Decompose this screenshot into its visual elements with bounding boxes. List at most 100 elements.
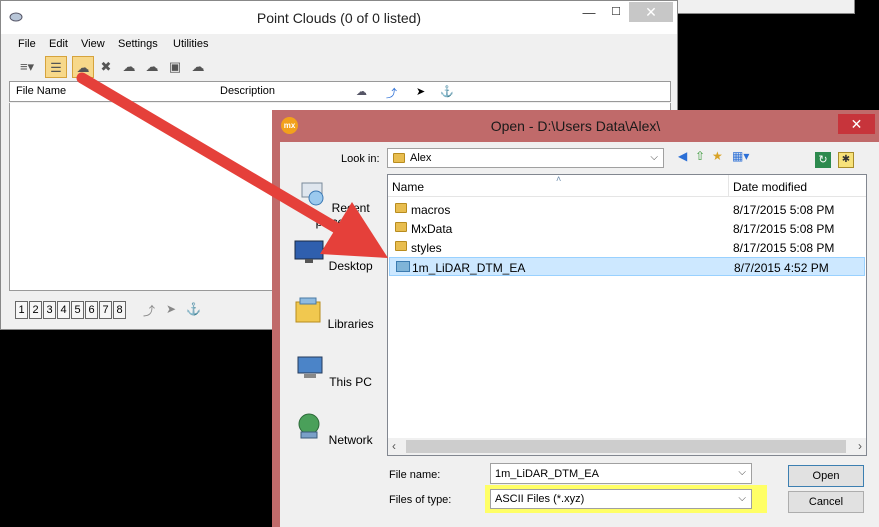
look-in-dropdown[interactable]: Alex ⌵ [387,148,664,168]
cancel-button[interactable]: Cancel [788,491,864,513]
folder-icon [395,241,407,251]
page-tabs: 1 2 3 4 5 6 7 8 [9,298,133,324]
maximize-button[interactable]: ☐ [603,5,629,23]
cursor-icon: ➤ [166,302,177,316]
page-tab[interactable]: 1 [15,301,28,319]
place-recent[interactable]: Recent places [284,180,382,229]
page-tab[interactable]: 7 [99,301,112,319]
cloud-search-icon[interactable]: ☁ [187,56,209,78]
cloud-export-icon[interactable]: ☁ [118,56,140,78]
file-date: 8/17/2015 5:08 PM [733,241,835,255]
file-name-input[interactable] [491,464,731,483]
cloud-column-icon: ☁ [356,86,367,98]
place-label: Libraries [327,317,374,331]
column-name[interactable]: Name [392,180,424,194]
place-label: Network [328,433,373,447]
file-date: 8/17/2015 5:08 PM [733,222,835,236]
dialog-client: Look in: Alex ⌵ ◀ ⇧ ★ ▦▾ ↻ ✱ Recent plac… [280,142,879,527]
cloud-settings-icon[interactable]: ☁ [141,56,163,78]
refresh-icon[interactable]: ↻ [815,152,831,168]
page-tab[interactable]: 8 [113,301,126,319]
file-name: MxData [411,222,453,236]
close-button[interactable]: ✕ [629,2,673,22]
folder-icon [393,153,405,163]
file-list-header: Name ˄ Date modified [388,174,866,197]
page-tab[interactable]: 6 [85,301,98,319]
files-of-type-value: ASCII Files (*.xyz) [495,493,585,505]
scroll-left-icon[interactable]: ‹ [392,439,396,453]
list-item[interactable]: styles 8/17/2015 5:08 PM [389,238,865,257]
up-folder-icon[interactable]: ⇧ [695,149,705,163]
menu-bar: File Edit View Settings Utilities [1,37,677,55]
file-name-label: File name: [389,469,441,481]
anchor-column-icon: ⚓ [440,86,454,98]
open-dialog: mx Open - D:\Users Data\Alex\ ✕ Look in:… [272,110,879,527]
file-name: 1m_LiDAR_DTM_EA [412,261,526,275]
point-cloud-file-icon [396,261,410,272]
link-icon: ⤴ [143,304,156,318]
file-name: macros [411,203,451,217]
list-view-icon[interactable]: ☰ [45,56,67,78]
list-item[interactable]: macros 8/17/2015 5:08 PM [389,200,865,219]
cloud-image-icon[interactable]: ▣ [164,56,186,78]
list-item[interactable]: MxData 8/17/2015 5:08 PM [389,219,865,238]
column-divider[interactable] [728,175,729,197]
link-column-icon: ⤴ [386,88,397,100]
list-header: File Name Description ☁ ⤴ ➤ ⚓ [9,81,671,102]
place-label: This PC [329,375,372,389]
file-date: 8/7/2015 4:52 PM [734,261,829,275]
page-tab[interactable]: 4 [57,301,70,319]
folder-icon [395,203,407,213]
files-of-type-dropdown[interactable]: ASCII Files (*.xyz) ⌵ [490,489,752,509]
new-folder-icon[interactable]: ★ [712,149,723,163]
nav-toolbar: ◀ ⇧ ★ ▦▾ [678,148,768,168]
column-file-name[interactable]: File Name [16,85,66,97]
anchor-icon: ⚓ [186,302,201,316]
new-item-icon[interactable]: ✱ [838,152,854,168]
place-desktop[interactable]: Desktop [284,238,382,273]
delete-cloud-icon[interactable]: ✖ [95,56,117,78]
file-name-field[interactable]: ⌵ [490,463,752,484]
background-window-edge [678,0,855,14]
toolbar: ≡▾ ☰ ☁ ✖ ☁ ☁ ▣ ☁ [1,55,677,79]
libraries-icon [295,297,321,323]
look-in-value: Alex [410,152,432,164]
title-bar: Point Clouds (0 of 0 listed) — ☐ ✕ [1,1,677,34]
horizontal-scrollbar[interactable]: ‹ › [388,438,866,455]
page-tab[interactable]: 3 [43,301,56,319]
page-tab[interactable]: 5 [71,301,84,319]
menu-edit[interactable]: Edit [49,38,68,50]
open-button[interactable]: Open [788,465,864,487]
this-pc-icon [297,356,323,378]
back-icon[interactable]: ◀ [678,149,687,163]
file-list[interactable]: Name ˄ Date modified macros 8/17/2015 5:… [387,174,867,456]
menu-file[interactable]: File [18,38,36,50]
places-bar: Recent places Desktop Libraries This PC … [284,174,382,492]
column-date-modified[interactable]: Date modified [733,180,807,194]
column-description[interactable]: Description [220,85,275,97]
place-network[interactable]: Network [284,412,382,447]
chevron-down-icon[interactable]: ⌵ [738,493,746,504]
open-cloud-icon[interactable]: ☁ [72,56,94,78]
recent-places-icon [301,182,324,206]
menu-utilities[interactable]: Utilities [173,38,208,50]
tree-view-icon[interactable]: ≡▾ [13,56,41,78]
look-in-label: Look in: [341,153,380,165]
scroll-thumb[interactable] [406,440,846,453]
chevron-down-icon[interactable]: ⌵ [738,467,746,478]
place-this-pc[interactable]: This PC [284,354,382,389]
folder-icon [395,222,407,232]
list-item-selected[interactable]: 1m_LiDAR_DTM_EA 8/7/2015 4:52 PM [389,257,865,276]
place-label: Desktop [328,259,373,273]
files-of-type-highlight: ASCII Files (*.xyz) ⌵ [485,485,767,513]
minimize-button[interactable]: — [576,5,602,23]
place-libraries[interactable]: Libraries [284,296,382,331]
menu-view[interactable]: View [81,38,105,50]
file-name: styles [411,241,442,255]
view-menu-icon[interactable]: ▦▾ [732,149,749,163]
page-tab[interactable]: 2 [29,301,42,319]
menu-settings[interactable]: Settings [118,38,158,50]
file-date: 8/17/2015 5:08 PM [733,203,835,217]
dialog-close-button[interactable]: ✕ [838,114,875,134]
scroll-right-icon[interactable]: › [858,439,862,453]
